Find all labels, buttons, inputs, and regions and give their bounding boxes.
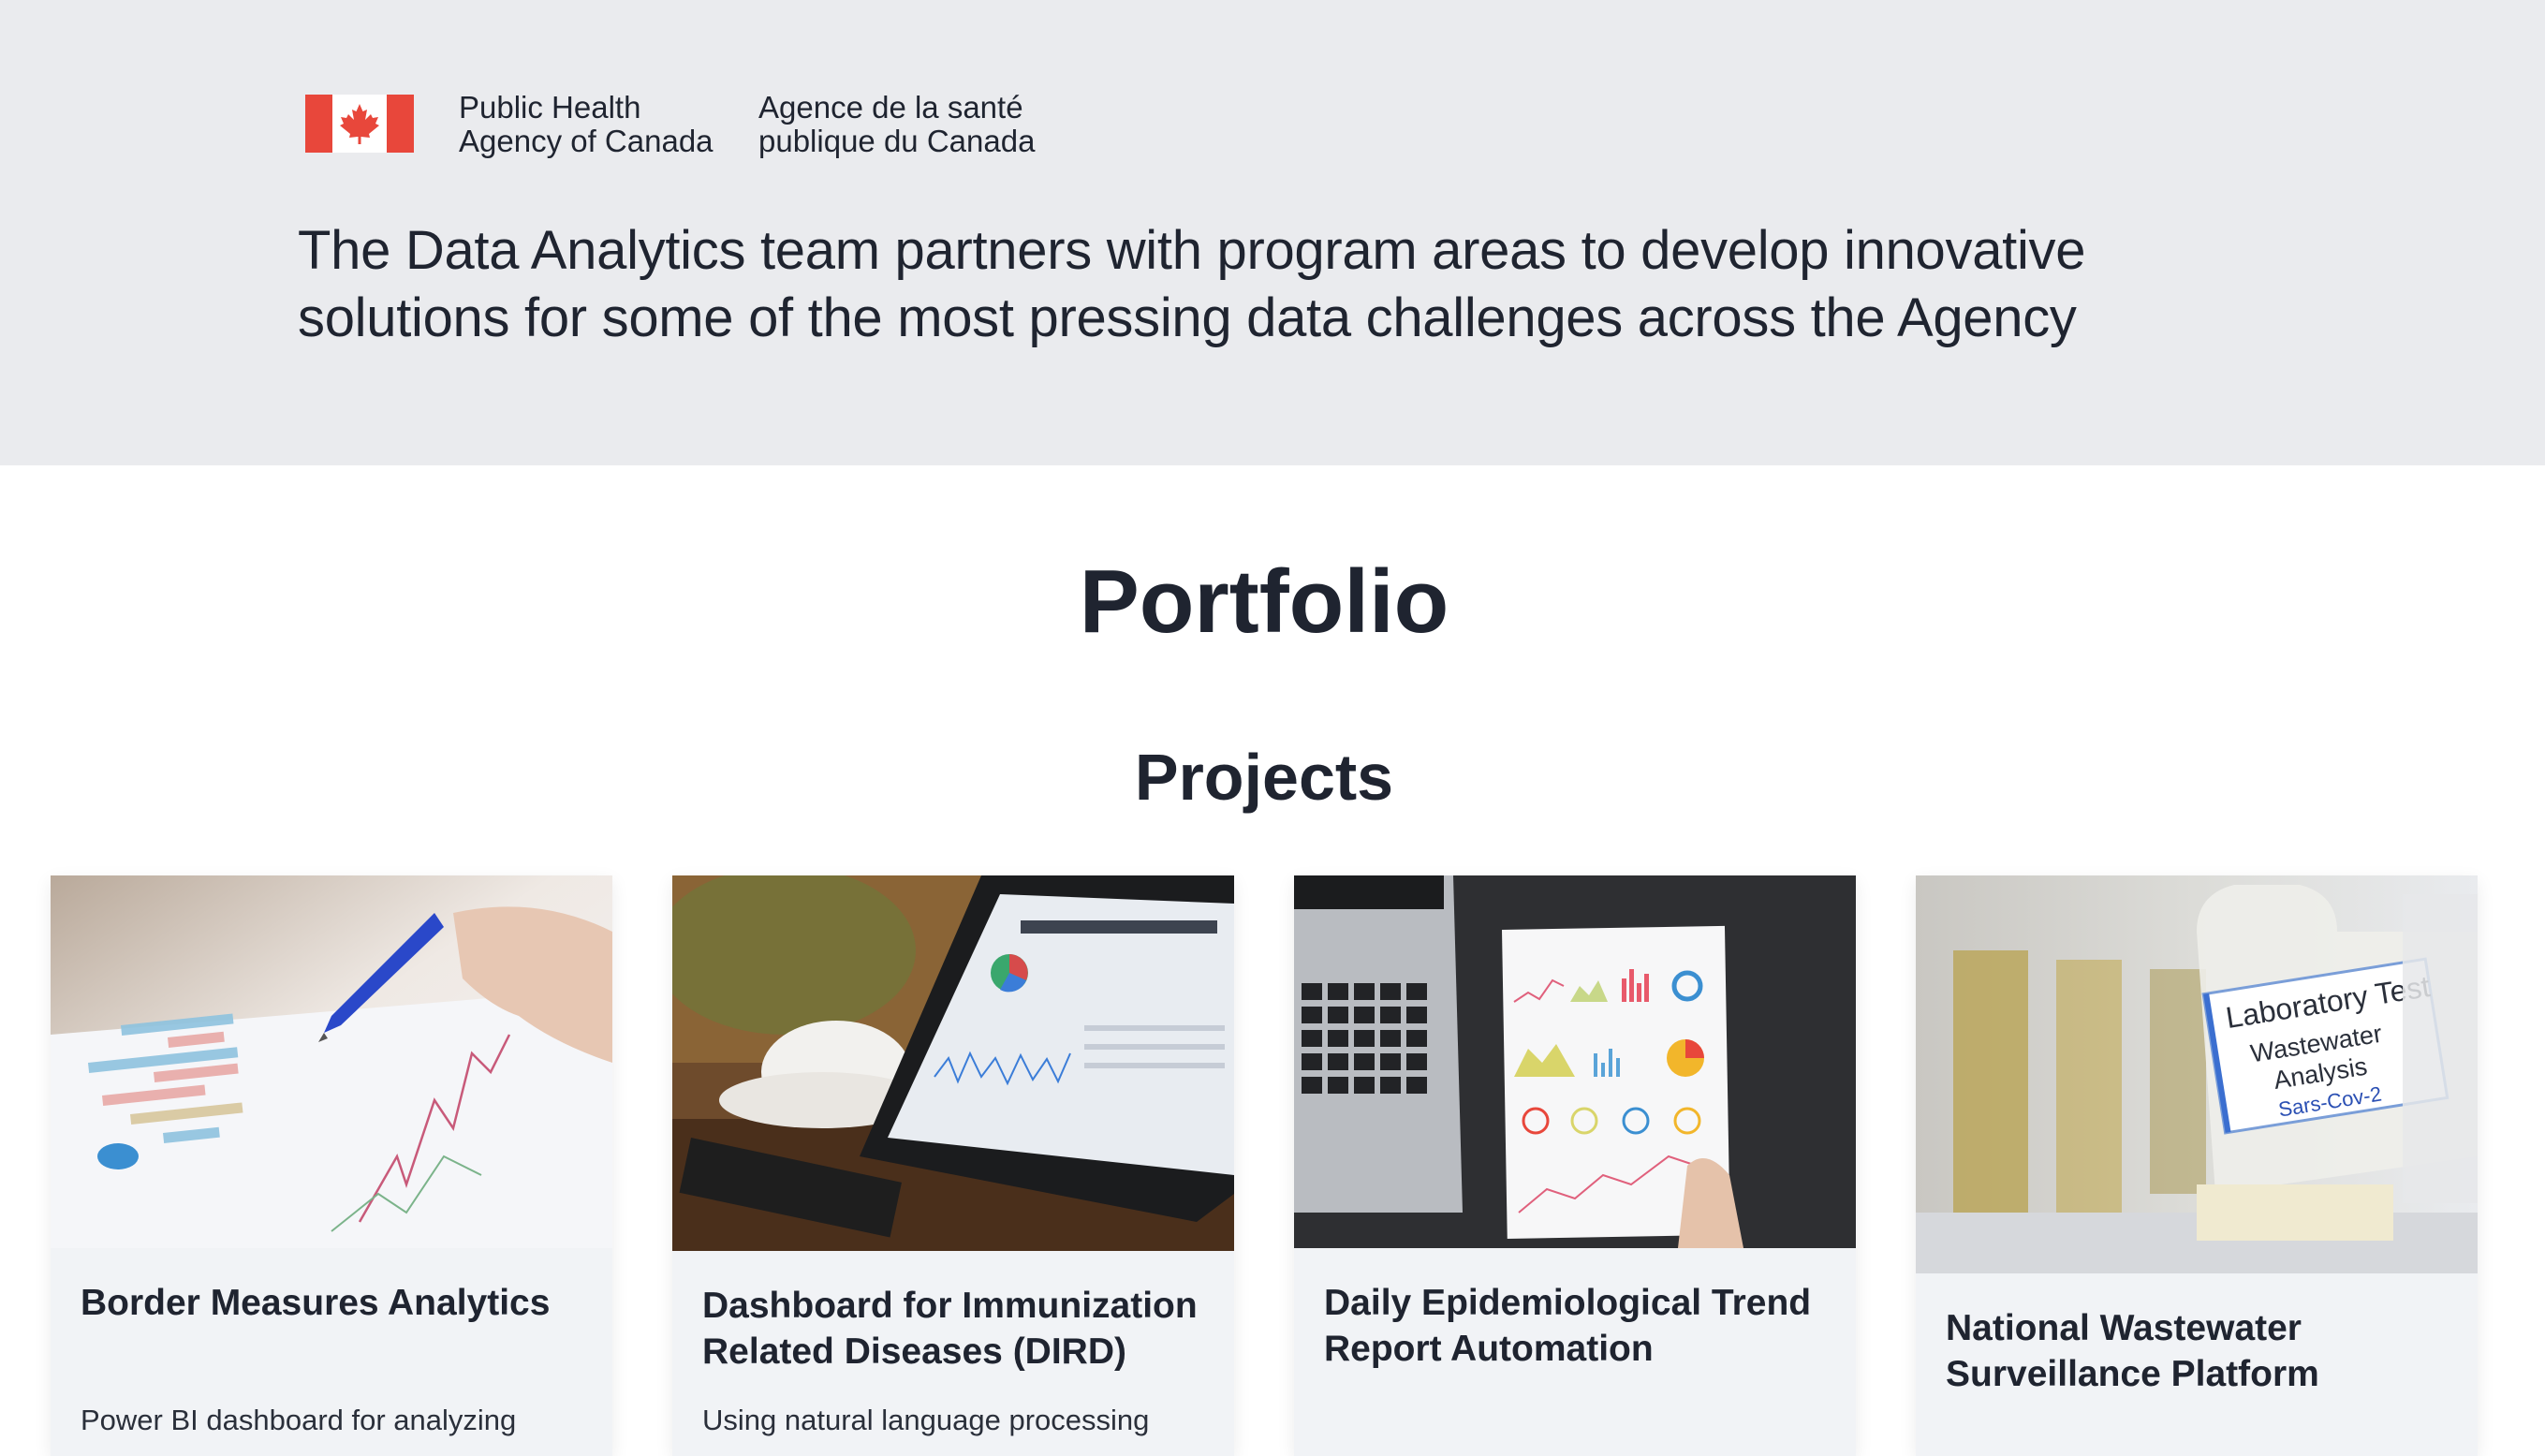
project-title[interactable]: Border Measures Analytics	[81, 1280, 605, 1326]
project-image	[1294, 875, 1856, 1248]
team-tagline: The Data Analytics team partners with pr…	[298, 217, 2264, 352]
project-image	[51, 875, 612, 1248]
tagline-line1: The Data Analytics team partners with pr…	[298, 220, 2086, 281]
agency-name-french: Agence de la santé publique du Canada	[758, 91, 1114, 158]
project-title-line2: Related Diseases (DIRD)	[702, 1331, 1126, 1372]
page-title: Portfolio	[1079, 552, 1449, 652]
project-card-dird[interactable]: Dashboard for Immunization Related Disea…	[672, 875, 1234, 1456]
project-card-wastewater[interactable]: Laboratory Test Wastewater Analysis Sars…	[1916, 875, 2478, 1456]
project-card-border-measures[interactable]: Border Measures Analytics Power BI dashb…	[51, 875, 612, 1456]
agency-fr-line1: Agence de la santé	[758, 90, 1023, 125]
project-title-line1: Border Measures Analytics	[81, 1283, 551, 1323]
project-title-line2: Surveillance Platform	[1946, 1354, 2319, 1394]
project-image	[672, 875, 1234, 1251]
project-image: Laboratory Test Wastewater Analysis Sars…	[1916, 875, 2478, 1273]
project-title-line2: Report Automation	[1324, 1329, 1654, 1369]
project-title-line1: Dashboard for Immunization	[702, 1286, 1198, 1326]
agency-logo[interactable]: Public Health Agency of Canada Agence de…	[305, 91, 1035, 158]
agency-en-line1: Public Health	[459, 90, 641, 125]
hero-banner: Public Health Agency of Canada Agence de…	[0, 0, 2545, 465]
agency-fr-line2: publique du Canada	[758, 124, 1036, 158]
project-title-line1: National Wastewater	[1946, 1308, 2302, 1348]
project-title[interactable]: National Wastewater Surveillance Platfor…	[1946, 1305, 2470, 1397]
project-title[interactable]: Daily Epidemiological Trend Report Autom…	[1324, 1280, 1848, 1372]
project-title[interactable]: Dashboard for Immunization Related Disea…	[702, 1283, 1227, 1375]
project-description: Using natural language processing	[702, 1404, 1150, 1436]
tagline-line2: solutions for some of the most pressing …	[298, 287, 2077, 348]
canada-flag-icon	[305, 95, 414, 153]
agency-en-line2: Agency of Canada	[459, 124, 713, 158]
agency-name-english: Public Health Agency of Canada	[459, 91, 758, 158]
project-title-line1: Daily Epidemiological Trend	[1324, 1283, 1812, 1323]
project-card-epi-trend[interactable]: Daily Epidemiological Trend Report Autom…	[1294, 875, 1856, 1456]
section-title-projects: Projects	[1134, 741, 1394, 814]
project-description: Power BI dashboard for analyzing	[81, 1404, 517, 1436]
